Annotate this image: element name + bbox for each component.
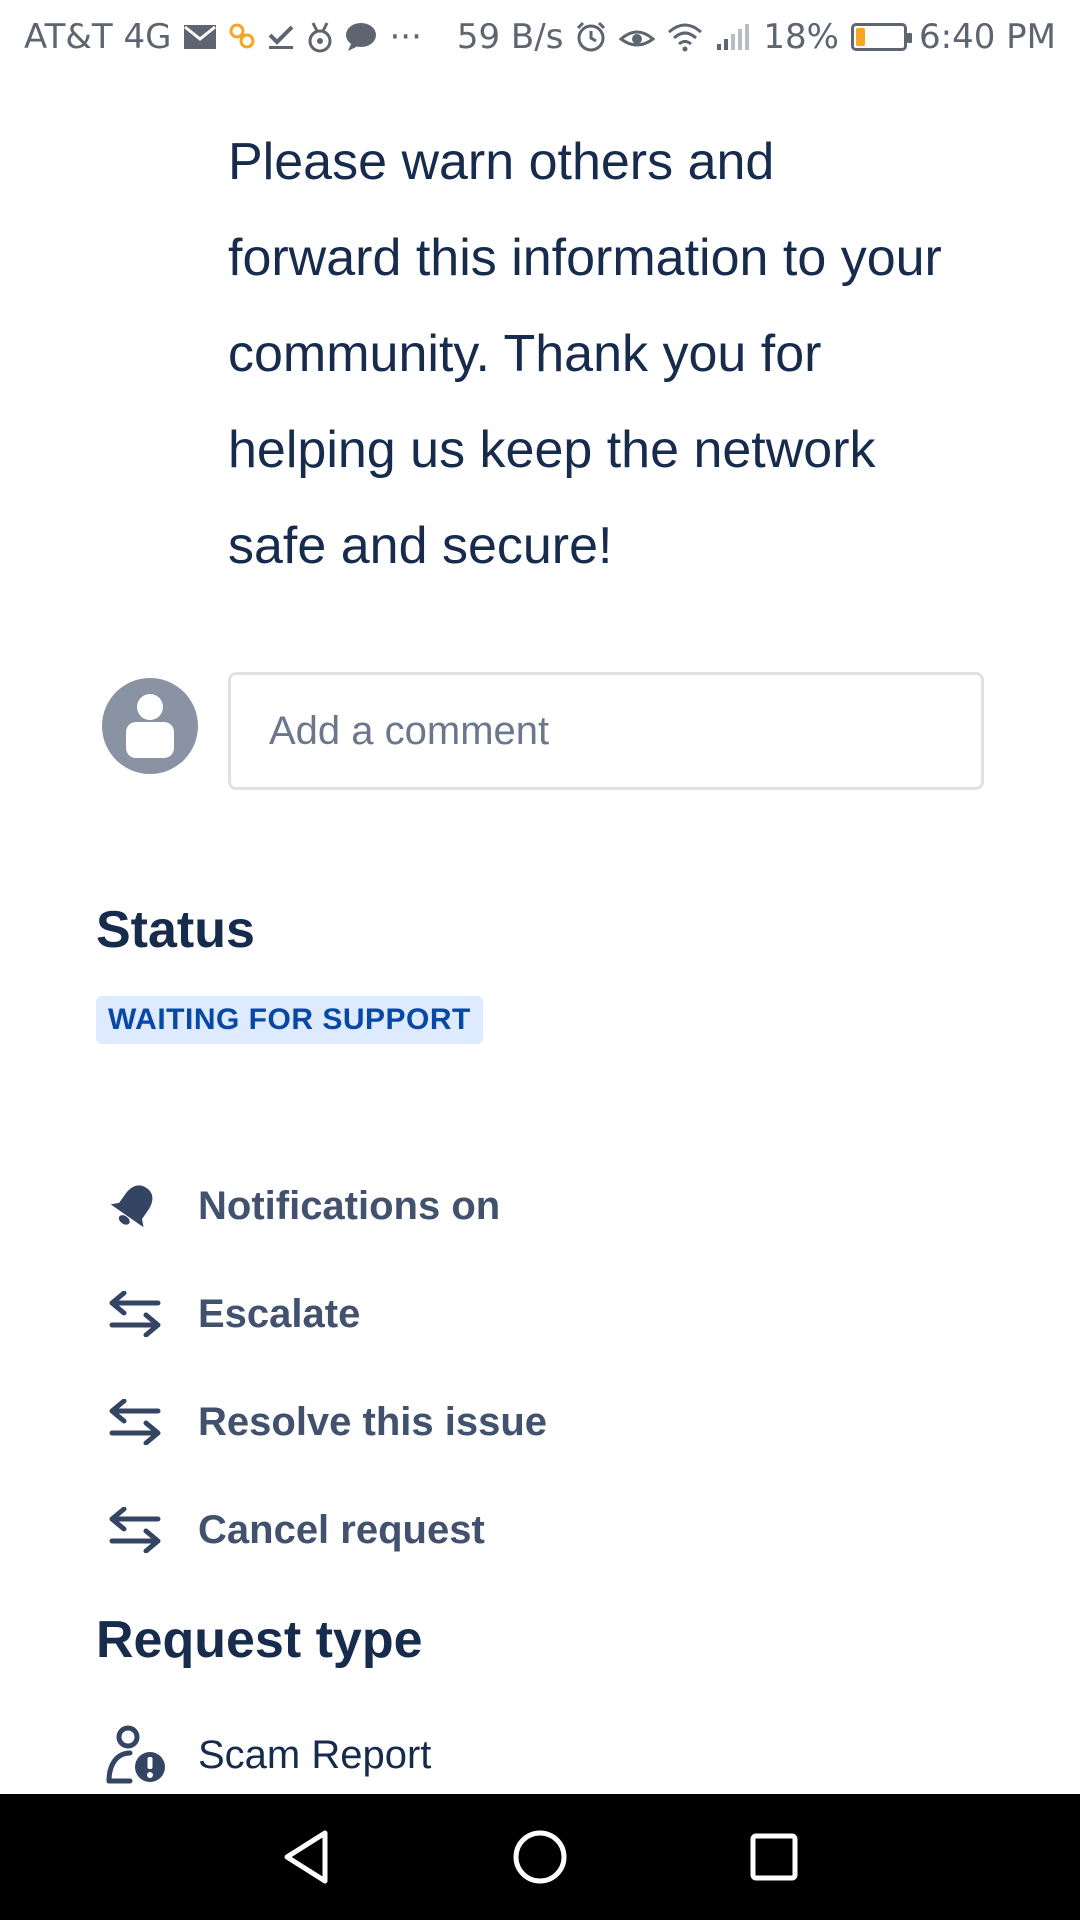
action-label: Escalate: [198, 1291, 361, 1336]
signal-icon: [715, 19, 751, 55]
comment-message: Please warn others and forward this info…: [228, 133, 942, 575]
home-icon[interactable]: [498, 1815, 582, 1899]
status-bar: AT&T 4G ··· 59 B/s 18% 6:40 PM: [0, 0, 1080, 74]
request-type-row: Scam Report: [96, 1710, 431, 1794]
request-detail: Please warn others and forward this info…: [0, 74, 1080, 1794]
person-alert-icon: [96, 1720, 180, 1790]
wifi-icon: [667, 19, 703, 55]
battery-percent: 18%: [763, 17, 839, 57]
avatar-body: [126, 722, 174, 758]
transition-icon: [96, 1284, 180, 1344]
action-label: Resolve this issue: [198, 1399, 548, 1444]
avatar-head: [137, 694, 163, 720]
request-type-heading: Request type: [96, 1611, 423, 1669]
avatar: [102, 678, 198, 774]
status-bar-right: 59 B/s 18% 6:40 PM: [457, 17, 1056, 57]
battery-fill: [856, 28, 865, 46]
check-icon: [267, 19, 295, 55]
resolve-action[interactable]: Resolve this issue: [96, 1382, 796, 1462]
eye-icon: [619, 19, 656, 55]
action-label: Cancel request: [198, 1507, 485, 1552]
action-label: Notifications on: [198, 1183, 501, 1228]
escalate-action[interactable]: Escalate: [96, 1274, 796, 1354]
clock: 6:40 PM: [919, 17, 1056, 57]
status-badge: WAITING FOR SUPPORT: [96, 996, 483, 1044]
bell-icon: [96, 1176, 180, 1236]
alarm-icon: [575, 19, 607, 55]
network-speed: 59 B/s: [456, 17, 564, 57]
notifications-toggle[interactable]: Notifications on: [96, 1166, 796, 1246]
back-icon[interactable]: [264, 1815, 348, 1899]
carrier-label: AT&T 4G: [24, 17, 172, 57]
battery-icon: [851, 19, 912, 55]
cancel-request-action[interactable]: Cancel request: [96, 1490, 796, 1570]
app-icon: [229, 19, 255, 55]
recents-icon[interactable]: [732, 1815, 816, 1899]
status-bar-left: AT&T 4G ···: [24, 17, 422, 57]
mail-icon: [183, 19, 217, 55]
more-notifications: ···: [389, 17, 422, 57]
system-nav-bar: [0, 1794, 1080, 1920]
add-comment-input[interactable]: Add a comment: [228, 672, 984, 790]
status-heading: Status: [96, 901, 255, 959]
transition-icon: [96, 1500, 180, 1560]
chat-icon: [345, 19, 377, 55]
request-type-value: Scam Report: [198, 1732, 432, 1777]
transition-icon: [96, 1392, 180, 1452]
medal-icon: [307, 19, 333, 55]
